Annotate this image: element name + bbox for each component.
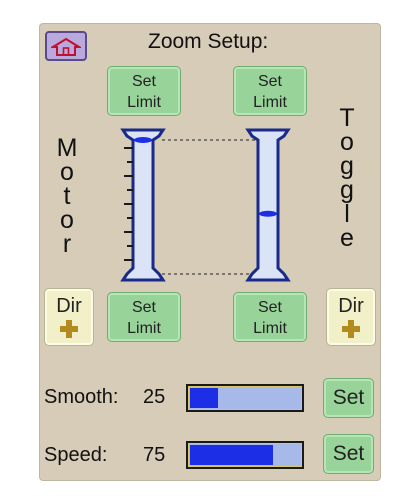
- dir-left-button[interactable]: Dir: [44, 288, 94, 346]
- motor-letter: M: [56, 134, 78, 162]
- toggle-letter: T: [339, 104, 355, 132]
- set-limit-line2: Limit: [253, 320, 287, 337]
- set-limit-bottom-left-button[interactable]: Set Limit: [107, 292, 181, 342]
- set-limit-bottom-right-button[interactable]: Set Limit: [233, 292, 307, 342]
- dir-right-button[interactable]: Dir: [326, 288, 376, 346]
- smooth-value: 25: [143, 386, 166, 408]
- speed-label: Speed:: [44, 444, 108, 466]
- set-limit-line2: Limit: [127, 94, 161, 111]
- dir-label: Dir: [56, 295, 82, 317]
- plus-icon: [342, 320, 360, 338]
- toggle-letter: l: [344, 200, 350, 228]
- motor-slider-thumb[interactable]: [134, 137, 152, 143]
- set-limit-line1: Set: [257, 73, 282, 90]
- toggle-letter: o: [340, 128, 354, 156]
- set-limit-line1: Set: [257, 299, 282, 316]
- page-title: Zoom Setup:: [148, 30, 269, 53]
- home-icon: [51, 37, 81, 56]
- set-limit-top-left-button[interactable]: Set Limit: [107, 66, 181, 116]
- motor-letter: t: [63, 182, 71, 210]
- dir-label: Dir: [338, 295, 364, 317]
- set-limit-line2: Limit: [253, 94, 287, 111]
- toggle-slider-thumb[interactable]: [259, 210, 277, 217]
- speed-value: 75: [143, 444, 166, 466]
- home-button[interactable]: [45, 31, 87, 61]
- motor-letter: r: [62, 230, 72, 258]
- smooth-label: Smooth:: [44, 386, 119, 408]
- toggle-letter: g: [340, 152, 354, 180]
- speed-set-button[interactable]: Set: [323, 434, 374, 474]
- motor-slider-column[interactable]: [120, 128, 166, 282]
- toggle-label: T o g g l e: [332, 104, 362, 252]
- device-screen: Zoom Setup: Set Limit Set Limit M o t o …: [40, 24, 380, 480]
- set-limit-line2: Limit: [127, 320, 161, 337]
- set-limit-line1: Set: [131, 73, 156, 90]
- motor-letter: o: [60, 158, 74, 186]
- toggle-letter: e: [340, 224, 354, 252]
- speed-bar[interactable]: [186, 441, 304, 469]
- set-limit-top-right-button[interactable]: Set Limit: [233, 66, 307, 116]
- smooth-set-button[interactable]: Set: [323, 378, 374, 418]
- zoom-limit-columns: [120, 128, 291, 282]
- motor-label: M o t o r: [52, 134, 82, 258]
- speed-bar-fill: [190, 445, 273, 465]
- plus-icon: [60, 320, 78, 338]
- toggle-letter: g: [340, 176, 354, 204]
- smooth-bar[interactable]: [186, 384, 304, 412]
- set-limit-line1: Set: [131, 299, 156, 316]
- smooth-bar-fill: [190, 388, 218, 408]
- motor-letter: o: [60, 206, 74, 234]
- toggle-slider-column[interactable]: [245, 128, 291, 282]
